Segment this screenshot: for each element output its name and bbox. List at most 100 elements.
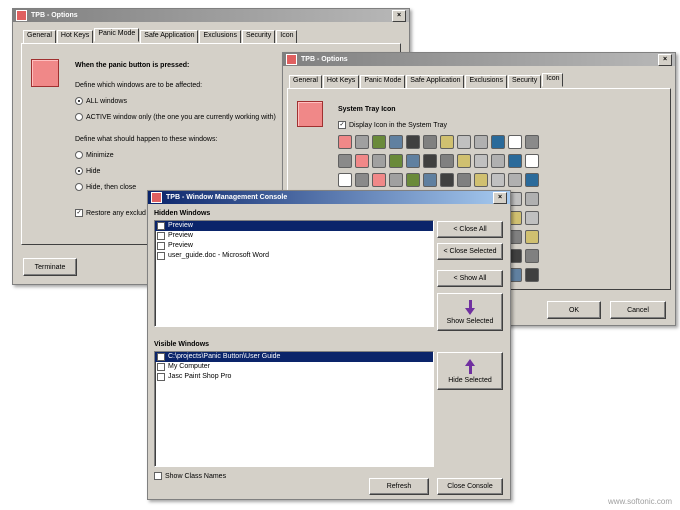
titlebar[interactable]: TPB - Window Management Console × — [148, 191, 510, 204]
list-item[interactable]: Preview — [155, 231, 433, 241]
show-all-button[interactable]: < Show All — [437, 270, 503, 287]
radio-minimize[interactable]: Minimize — [75, 151, 114, 159]
list-item[interactable]: C:\projects\Panic Button\User Guide — [155, 352, 433, 362]
icon-choice[interactable] — [440, 173, 454, 187]
panic-heading: When the panic button is pressed: — [75, 62, 190, 69]
icon-choice[interactable] — [423, 173, 437, 187]
icon-choice[interactable] — [491, 135, 505, 149]
icon-choice[interactable] — [423, 154, 437, 168]
tab-panic-mode[interactable]: Panic Mode — [360, 75, 406, 89]
icon-choice[interactable] — [355, 135, 369, 149]
show-class-names-checkbox[interactable]: Show Class Names — [154, 472, 226, 480]
tab-safe-application[interactable]: Safe Application — [140, 30, 199, 44]
tab-safe-application[interactable]: Safe Application — [406, 75, 465, 89]
checkmark-icon: ✓ — [75, 209, 83, 217]
icon-choice[interactable] — [355, 173, 369, 187]
icon-choice[interactable] — [457, 154, 471, 168]
tab-security[interactable]: Security — [507, 75, 542, 89]
cancel-button[interactable]: Cancel — [610, 301, 666, 319]
tab-general[interactable]: General — [289, 75, 322, 89]
list-item[interactable]: user_guide.doc - Microsoft Word — [155, 251, 433, 261]
icon-choice[interactable] — [508, 135, 522, 149]
icon-choice[interactable] — [525, 173, 539, 187]
close-selected-button[interactable]: < Close Selected — [437, 243, 503, 260]
titlebar[interactable]: TPB - Options × — [13, 9, 409, 22]
icon-choice[interactable] — [338, 154, 352, 168]
icon-choice[interactable] — [389, 173, 403, 187]
tray-preview-icon — [297, 101, 323, 127]
tab-security[interactable]: Security — [241, 30, 276, 44]
tab-exclusions[interactable]: Exclusions — [199, 30, 241, 44]
display-icon-checkbox[interactable]: ✓ Display Icon in the System Tray — [338, 121, 447, 129]
icon-choice[interactable] — [406, 173, 420, 187]
hidden-windows-list[interactable]: Preview Preview Preview user_guide.doc -… — [154, 220, 434, 327]
tab-icon[interactable]: Icon — [276, 30, 298, 44]
radio-hide-then-close[interactable]: Hide, then close — [75, 183, 136, 191]
icon-choice[interactable] — [372, 154, 386, 168]
icon-choice[interactable] — [440, 135, 454, 149]
close-icon[interactable]: × — [658, 53, 672, 66]
icon-choice[interactable] — [423, 135, 437, 149]
icon-choice[interactable] — [491, 154, 505, 168]
checkbox-icon — [157, 242, 165, 250]
tab-hot-keys[interactable]: Hot Keys — [56, 30, 94, 44]
radio-active-window[interactable]: ACTIVE window only (the one you are curr… — [75, 113, 276, 121]
icon-choice[interactable] — [508, 173, 522, 187]
close-icon[interactable]: × — [392, 9, 406, 22]
arrow-down-icon — [468, 299, 472, 308]
icon-choice[interactable] — [389, 154, 403, 168]
close-console-button[interactable]: Close Console — [437, 478, 503, 495]
icon-choice[interactable] — [372, 135, 386, 149]
icon-choice[interactable] — [525, 230, 539, 244]
checkmark-icon: ✓ — [338, 121, 346, 129]
list-item[interactable]: Preview — [155, 221, 433, 231]
icon-choice[interactable] — [508, 154, 522, 168]
terminate-button[interactable]: Terminate — [23, 258, 77, 276]
list-item[interactable]: My Computer — [155, 362, 433, 372]
icon-choice[interactable] — [474, 173, 488, 187]
icon-choice[interactable] — [525, 154, 539, 168]
icon-choice[interactable] — [525, 211, 539, 225]
icon-choice[interactable] — [355, 154, 369, 168]
icon-choice[interactable] — [338, 173, 352, 187]
icon-choice[interactable] — [440, 154, 454, 168]
visible-windows-list[interactable]: C:\projects\Panic Button\User Guide My C… — [154, 351, 434, 467]
app-icon — [151, 192, 162, 203]
checkbox-icon — [154, 472, 162, 480]
window-title: TPB - Window Management Console — [166, 194, 288, 201]
icon-choice[interactable] — [525, 268, 539, 282]
icon-choice[interactable] — [457, 173, 471, 187]
tab-exclusions[interactable]: Exclusions — [465, 75, 507, 89]
arrow-up-icon — [465, 358, 475, 366]
icon-choice[interactable] — [457, 135, 471, 149]
titlebar[interactable]: TPB - Options × — [283, 53, 675, 66]
list-item[interactable]: Jasc Paint Shop Pro — [155, 372, 433, 382]
define-windows-label: Define which windows are to be affected: — [75, 82, 203, 89]
icon-choice[interactable] — [389, 135, 403, 149]
icon-choice[interactable] — [491, 173, 505, 187]
tab-general[interactable]: General — [23, 30, 56, 44]
tab-hot-keys[interactable]: Hot Keys — [322, 75, 360, 89]
icon-choice[interactable] — [525, 192, 539, 206]
show-selected-button[interactable]: Show Selected — [437, 293, 503, 331]
icon-choice[interactable] — [372, 173, 386, 187]
hide-selected-button[interactable]: Hide Selected — [437, 352, 503, 390]
close-all-button[interactable]: < Close All — [437, 221, 503, 238]
radio-hide[interactable]: Hide — [75, 167, 100, 175]
tab-panic-mode[interactable]: Panic Mode — [94, 28, 140, 42]
list-item[interactable]: Preview — [155, 241, 433, 251]
icon-choice[interactable] — [474, 135, 488, 149]
icon-choice[interactable] — [525, 249, 539, 263]
icon-choice[interactable] — [338, 135, 352, 149]
radio-all-windows[interactable]: ALL windows — [75, 97, 127, 105]
close-icon[interactable]: × — [493, 191, 507, 204]
ok-button[interactable]: OK — [547, 301, 601, 319]
icon-choice[interactable] — [406, 135, 420, 149]
visible-windows-label: Visible Windows — [154, 341, 210, 348]
tab-icon[interactable]: Icon — [542, 73, 564, 87]
refresh-button[interactable]: Refresh — [369, 478, 429, 495]
restore-checkbox[interactable]: ✓ Restore any exclud — [75, 209, 146, 217]
icon-choice[interactable] — [525, 135, 539, 149]
icon-choice[interactable] — [406, 154, 420, 168]
icon-choice[interactable] — [474, 154, 488, 168]
